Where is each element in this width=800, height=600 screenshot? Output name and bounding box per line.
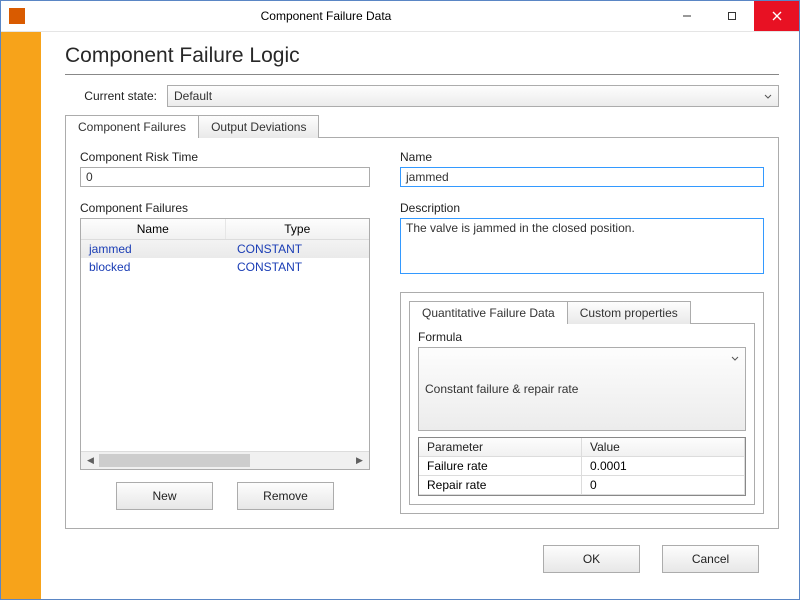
content-area: Component Failure Logic Current state: D…	[41, 32, 799, 599]
description-label: Description	[400, 201, 764, 215]
horizontal-scrollbar[interactable]: ◀ ▶	[81, 451, 369, 469]
chevron-down-icon	[764, 90, 772, 104]
cancel-button[interactable]: Cancel	[662, 545, 759, 573]
window-controls	[664, 1, 799, 31]
inner-tab-panel: Formula Constant failure & repair rate P…	[409, 323, 755, 505]
parameter-table-header: Parameter Value	[419, 438, 745, 457]
new-button[interactable]: New	[116, 482, 213, 510]
close-icon	[772, 11, 782, 21]
formula-label: Formula	[418, 330, 746, 344]
table-row[interactable]: blocked CONSTANT	[81, 258, 369, 276]
col-header-value[interactable]: Value	[582, 438, 745, 457]
cell-name: jammed	[81, 240, 221, 258]
right-column: Name jammed Description The valve is jam…	[400, 150, 764, 514]
remove-button[interactable]: Remove	[237, 482, 334, 510]
side-accent	[1, 32, 41, 599]
table-row[interactable]: Repair rate 0	[419, 476, 745, 495]
minimize-icon	[682, 11, 692, 21]
name-label: Name	[400, 150, 764, 164]
col-header-parameter[interactable]: Parameter	[419, 438, 582, 457]
titlebar: Component Failure Data	[1, 1, 799, 32]
chevron-down-icon	[731, 352, 739, 366]
scroll-right-button[interactable]: ▶	[352, 454, 367, 467]
param-name: Failure rate	[419, 457, 582, 476]
maximize-icon	[727, 11, 737, 21]
dialog-window: Component Failure Data Component Failure…	[0, 0, 800, 600]
component-failures-label: Component Failures	[80, 201, 370, 215]
dialog-buttons: OK Cancel	[65, 529, 779, 587]
col-header-type[interactable]: Type	[226, 219, 370, 239]
name-input[interactable]: jammed	[400, 167, 764, 187]
formula-value: Constant failure & repair rate	[425, 382, 578, 396]
table-row[interactable]: Failure rate 0.0001	[419, 457, 745, 476]
ok-button[interactable]: OK	[543, 545, 640, 573]
cell-type: CONSTANT	[221, 258, 369, 276]
param-name: Repair rate	[419, 476, 582, 495]
col-header-name[interactable]: Name	[81, 219, 226, 239]
app-icon	[9, 8, 25, 24]
tab-quantitative[interactable]: Quantitative Failure Data	[409, 301, 568, 324]
table-row[interactable]: jammed CONSTANT	[81, 240, 369, 258]
current-state-value: Default	[174, 89, 212, 103]
tab-output-deviations[interactable]: Output Deviations	[198, 115, 319, 138]
risk-time-input[interactable]: 0	[80, 167, 370, 187]
maximize-button[interactable]	[709, 1, 754, 31]
left-column: Component Risk Time 0 Component Failures…	[80, 150, 370, 514]
scroll-track[interactable]	[99, 454, 351, 467]
window-title: Component Failure Data	[33, 9, 619, 23]
failures-buttons: New Remove	[80, 482, 370, 510]
param-value[interactable]: 0	[582, 476, 745, 495]
scroll-left-button[interactable]: ◀	[83, 454, 98, 467]
failures-grid-body: jammed CONSTANT blocked CONSTANT	[81, 240, 369, 451]
param-value[interactable]: 0.0001	[582, 457, 745, 476]
minimize-button[interactable]	[664, 1, 709, 31]
risk-time-label: Component Risk Time	[80, 150, 370, 164]
cell-type: CONSTANT	[221, 240, 369, 258]
tab-panel-component-failures: Component Risk Time 0 Component Failures…	[65, 137, 779, 529]
inner-tabs: Quantitative Failure Data Custom propert…	[409, 301, 763, 324]
failures-grid[interactable]: Name Type jammed CONSTANT blocked CONSTA…	[80, 218, 370, 470]
scroll-thumb[interactable]	[99, 454, 250, 467]
cell-name: blocked	[81, 258, 221, 276]
inner-tab-container: Quantitative Failure Data Custom propert…	[400, 292, 764, 514]
current-state-label: Current state:	[65, 89, 157, 103]
main-tabs: Component Failures Output Deviations	[65, 115, 779, 138]
close-button[interactable]	[754, 1, 799, 31]
tab-component-failures[interactable]: Component Failures	[65, 115, 199, 138]
current-state-row: Current state: Default	[65, 85, 779, 107]
dialog-body: Component Failure Logic Current state: D…	[1, 32, 799, 599]
formula-combo[interactable]: Constant failure & repair rate	[418, 347, 746, 431]
page-title: Component Failure Logic	[65, 44, 779, 75]
parameter-table[interactable]: Parameter Value Failure rate 0.0001 Repa…	[418, 437, 746, 496]
failures-grid-header: Name Type	[81, 219, 369, 240]
current-state-combo[interactable]: Default	[167, 85, 779, 107]
description-input[interactable]: The valve is jammed in the closed positi…	[400, 218, 764, 274]
tab-custom-properties[interactable]: Custom properties	[567, 301, 691, 324]
